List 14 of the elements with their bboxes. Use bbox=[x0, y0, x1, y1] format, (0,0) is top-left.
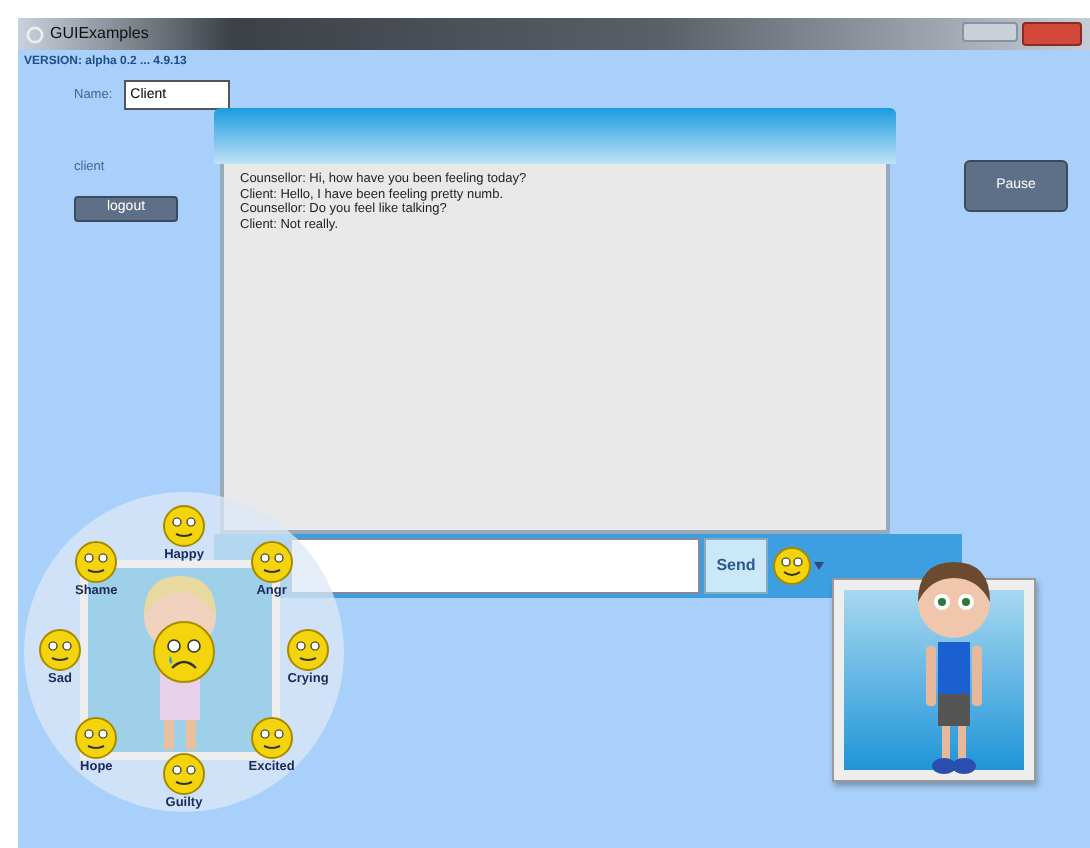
send-button[interactable]: Send bbox=[704, 538, 768, 594]
emoji-face-icon[interactable] bbox=[162, 504, 206, 548]
emoji-face-icon[interactable] bbox=[38, 628, 82, 672]
emoji-face-icon[interactable] bbox=[162, 752, 206, 796]
window-title: GUIExamples bbox=[50, 22, 149, 46]
emoji-face-icon[interactable] bbox=[74, 540, 119, 585]
emoji-face-icon[interactable] bbox=[74, 715, 119, 760]
emotion-picker-button[interactable] bbox=[772, 546, 824, 586]
crying-face-icon bbox=[152, 620, 216, 684]
caret-icon[interactable] bbox=[814, 562, 824, 570]
emoji-face-icon[interactable] bbox=[249, 540, 294, 585]
emoji-face-icon[interactable] bbox=[286, 628, 330, 672]
app-icon bbox=[26, 25, 44, 43]
emoji-face-icon[interactable] bbox=[249, 715, 294, 760]
